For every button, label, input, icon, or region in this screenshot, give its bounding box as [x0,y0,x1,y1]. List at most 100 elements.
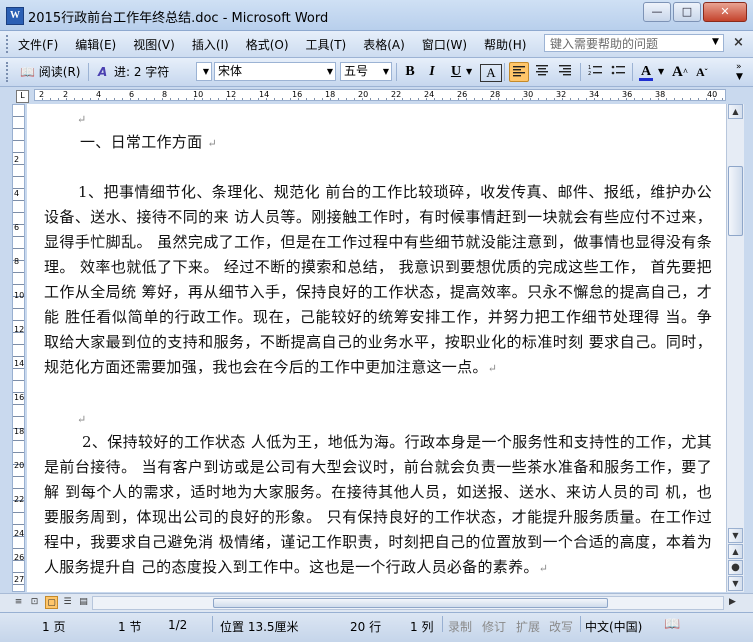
outline-view-button[interactable]: ☰ [61,596,74,609]
indent-dropdown[interactable]: ▼ [196,62,212,81]
scroll-right-button[interactable]: ▶ [726,596,739,609]
align-left-button[interactable] [509,62,529,82]
styles-icon[interactable]: A [98,62,112,82]
grow-font-letter: A [672,64,683,80]
font-name-select[interactable]: 宋体 ▼ [214,62,336,81]
align-center-button[interactable] [532,62,552,82]
vruler-number: 24 [14,529,25,538]
ruler-number: 18 [325,90,336,99]
menubar-grip[interactable] [6,35,12,53]
previous-page-button[interactable]: ▲ [728,544,743,559]
menu-file[interactable]: 文件(F) [18,36,58,53]
font-size-value: 五号 [344,64,369,78]
paragraph-mark: ↵ [77,413,87,426]
horizontal-ruler[interactable]: 2 2 4 6 8 10 12 14 16 18 20 22 24 26 28 … [34,89,726,101]
bullets-button[interactable] [608,62,628,82]
maximize-button[interactable]: □ [673,2,701,22]
ruler-number: 34 [589,90,600,99]
minimize-button[interactable]: — [643,2,671,22]
normal-view-button[interactable]: ≡ [12,596,25,609]
vertical-scrollbar[interactable]: ▲ ▼ ▲ ● ▼ [726,104,744,592]
document-page[interactable]: ↵ 一、日常工作方面 ↵ 1、把事情细节化、条理化、规范化 前台的工作比较琐碎，… [27,104,726,592]
vruler-number: 26 [14,553,25,562]
character-border-button[interactable]: A [480,64,502,82]
vruler-ticks [13,105,24,591]
status-position: 位置 13.5厘米 [220,620,299,634]
shrink-font-button[interactable]: Aˇ [696,62,708,82]
status-extend[interactable]: 扩展 [516,618,540,635]
web-layout-view-button[interactable]: ⊡ [28,596,41,609]
print-layout-view-button[interactable]: ▢ [45,596,58,609]
vruler-number: 22 [14,495,25,504]
status-record[interactable]: 录制 [448,618,472,635]
menu-items: 文件(F) 编辑(E) 视图(V) 插入(I) 格式(O) 工具(T) 表格(A… [18,36,543,53]
book-icon: 📖 [20,65,35,79]
close-document-button[interactable]: × [733,35,744,50]
ruler-number: 26 [457,90,468,99]
status-language[interactable]: 中文(中国) [585,618,642,635]
next-page-button[interactable]: ▼ [728,576,743,591]
italic-button[interactable]: I [422,62,442,82]
scroll-up-button[interactable]: ▲ [728,104,743,119]
status-page-of: 1/2 [168,618,188,632]
menu-window[interactable]: 窗口(W) [422,36,467,53]
ruler-number: 2 [39,90,45,99]
horizontal-scroll-thumb[interactable] [213,598,608,608]
toolbar-options-icon[interactable]: » ▼ [736,62,748,82]
align-right-button[interactable] [555,62,575,82]
ruler-number: 16 [292,90,303,99]
font-color-dropdown-icon[interactable]: ▼ [658,62,664,82]
reading-view-button[interactable]: ▤ [77,596,90,609]
menu-insert[interactable]: 插入(I) [192,36,229,53]
grow-font-button[interactable]: A^ [672,62,688,82]
vruler-number: 14 [14,359,25,368]
ruler-number: 36 [622,90,633,99]
vruler-number: 8 [14,257,20,266]
status-separator [442,616,443,632]
shrink-font-letter: A [696,65,705,79]
help-dropdown-icon[interactable]: ▼ [712,37,719,47]
ruler-number: 6 [129,90,135,99]
status-separator [212,616,213,632]
status-overtype[interactable]: 改写 [549,618,573,635]
chevron-down-icon: ▼ [382,67,389,76]
menu-help[interactable]: 帮助(H) [484,36,526,53]
menu-table[interactable]: 表格(A) [363,36,405,53]
vruler-number: 16 [14,393,25,402]
toolbar-grip[interactable] [6,62,12,82]
menu-format[interactable]: 格式(O) [246,36,289,53]
toolbar-separator [88,63,89,81]
close-button[interactable]: ✕ [703,2,747,22]
menu-edit[interactable]: 编辑(E) [75,36,116,53]
tab-stop-selector[interactable]: L [16,90,29,103]
ruler-number: 38 [655,90,666,99]
vruler-number: 27 [14,575,25,584]
spelling-grammar-icon[interactable]: 📖 [664,617,680,632]
vruler-number: 2 [14,155,20,164]
status-separator [580,616,581,632]
vertical-ruler[interactable]: 2 4 6 8 10 12 14 16 18 20 22 24 26 27 [12,104,25,592]
scroll-down-button[interactable]: ▼ [728,528,743,543]
font-color-button[interactable]: A [638,62,654,82]
menu-view[interactable]: 视图(V) [133,36,175,53]
underline-dropdown-icon[interactable]: ▼ [466,62,472,82]
horizontal-scrollbar[interactable] [92,596,724,610]
vertical-scroll-thumb[interactable] [728,166,743,236]
bold-button[interactable]: B [400,62,420,82]
toolbar-separator [632,63,633,81]
numbered-list-icon: 12 [588,65,602,77]
reading-layout-button[interactable]: 📖 阅读(R) [20,62,80,82]
numbering-button[interactable]: 12 [585,62,605,82]
select-browse-object-button[interactable]: ● [728,560,743,575]
paragraph-1: 1、把事情细节化、条理化、规范化 前台的工作比较琐碎，收发传真、邮件、报纸，维护… [44,180,712,381]
word-app-icon[interactable]: W [6,7,24,25]
help-search-input[interactable]: 键入需要帮助的问题 [544,34,724,52]
chevron-down-icon: ▼ [202,67,209,76]
font-size-select[interactable]: 五号 ▼ [340,62,392,81]
status-track-changes[interactable]: 修订 [482,618,506,635]
vruler-number: 4 [14,189,20,198]
menu-tools[interactable]: 工具(T) [306,36,347,53]
ruler-number: 10 [193,90,204,99]
underline-button[interactable]: U [446,62,466,82]
caret-up-icon: ^ [682,67,689,77]
